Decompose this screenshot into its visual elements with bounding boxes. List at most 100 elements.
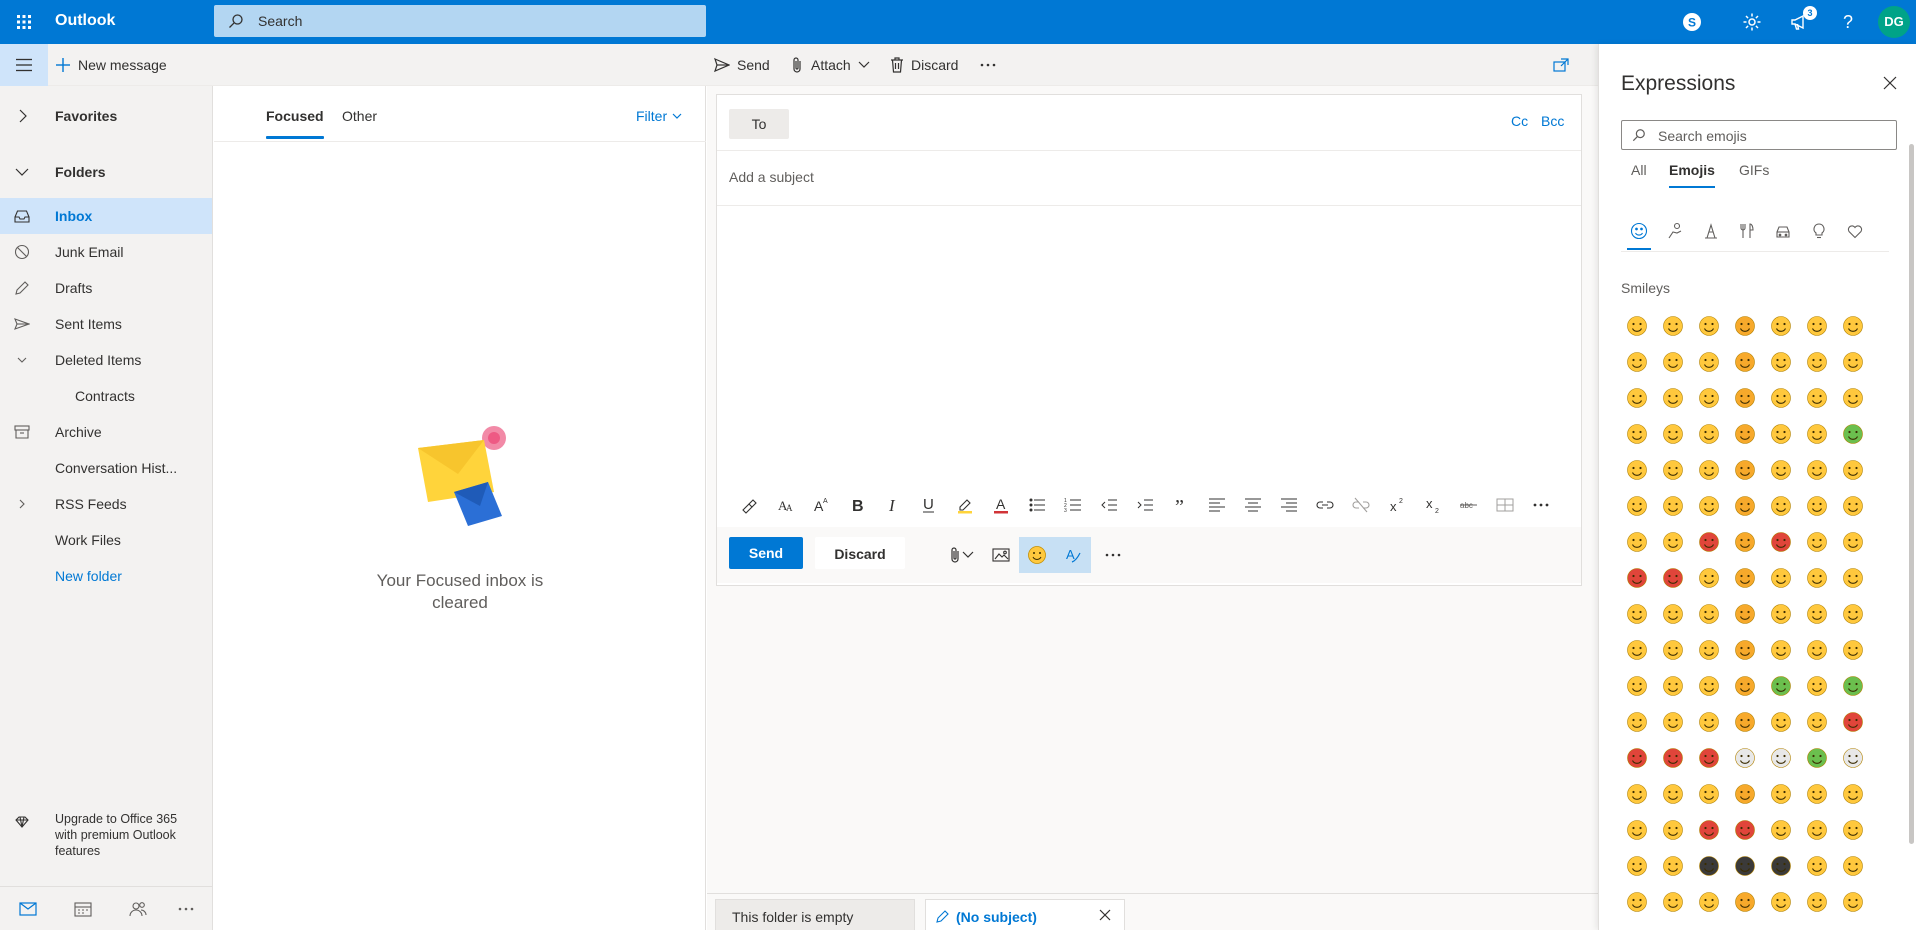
nav-item-drafts[interactable]: Drafts: [0, 270, 212, 306]
emoji-item[interactable]: [1835, 668, 1871, 704]
emoji-item[interactable]: [1799, 344, 1835, 380]
emoji-item[interactable]: [1763, 380, 1799, 416]
emoji-item[interactable]: [1763, 668, 1799, 704]
emoji-item[interactable]: [1799, 776, 1835, 812]
emoji-item[interactable]: [1835, 884, 1871, 920]
emoji-item[interactable]: [1619, 524, 1655, 560]
emoji-item[interactable]: [1763, 524, 1799, 560]
emoji-item[interactable]: [1727, 884, 1763, 920]
emoji-item[interactable]: [1655, 560, 1691, 596]
app-brand[interactable]: Outlook: [55, 12, 115, 30]
emoji-item[interactable]: [1691, 416, 1727, 452]
emoji-item[interactable]: [1691, 308, 1727, 344]
smiley-category-icon[interactable]: [1621, 212, 1657, 250]
emoji-item[interactable]: [1727, 596, 1763, 632]
emoji-item[interactable]: [1763, 848, 1799, 884]
decrease-indent-icon[interactable]: [1091, 483, 1127, 527]
quote-icon[interactable]: ”: [1163, 483, 1199, 527]
font-icon[interactable]: AA: [767, 483, 803, 527]
people-category-icon[interactable]: [1657, 212, 1693, 250]
emoji-item[interactable]: [1691, 776, 1727, 812]
emoji-item[interactable]: [1619, 740, 1655, 776]
emoji-item[interactable]: [1763, 704, 1799, 740]
insert-picture-icon[interactable]: [983, 537, 1019, 573]
emoji-item[interactable]: [1619, 488, 1655, 524]
strikethrough-icon[interactable]: abc: [1451, 483, 1487, 527]
chevron-down-icon[interactable]: [957, 537, 979, 573]
emoji-item[interactable]: [1727, 668, 1763, 704]
emoji-item[interactable]: [1763, 740, 1799, 776]
emoji-item[interactable]: [1619, 452, 1655, 488]
emoji-item[interactable]: [1619, 416, 1655, 452]
emoji-item[interactable]: [1727, 812, 1763, 848]
emoji-item[interactable]: [1655, 812, 1691, 848]
emoji-item[interactable]: [1655, 308, 1691, 344]
symbols-category-icon[interactable]: [1837, 212, 1873, 250]
emoji-item[interactable]: [1763, 344, 1799, 380]
favorites-header[interactable]: Favorites: [0, 98, 212, 134]
tab-emojis[interactable]: Emojis: [1669, 162, 1715, 188]
font-size-icon[interactable]: AA: [803, 483, 839, 527]
emoji-item[interactable]: [1727, 344, 1763, 380]
emoji-item[interactable]: [1619, 776, 1655, 812]
emoji-item[interactable]: [1655, 380, 1691, 416]
subject-field[interactable]: Add a subject: [717, 151, 1581, 206]
emoji-item[interactable]: [1835, 380, 1871, 416]
emoji-item[interactable]: [1799, 740, 1835, 776]
emoji-item[interactable]: [1655, 524, 1691, 560]
emoji-item[interactable]: [1799, 488, 1835, 524]
emoji-item[interactable]: [1619, 380, 1655, 416]
emoji-item[interactable]: [1727, 776, 1763, 812]
nav-item-junk-email[interactable]: Junk Email: [0, 234, 212, 270]
emoji-item[interactable]: [1691, 740, 1727, 776]
emoji-item[interactable]: [1799, 416, 1835, 452]
send-button[interactable]: Send: [729, 537, 803, 569]
nav-item-sent-items[interactable]: Sent Items: [0, 306, 212, 342]
objects-category-icon[interactable]: [1801, 212, 1837, 250]
cc-button[interactable]: Cc: [1511, 113, 1528, 129]
emoji-item[interactable]: [1799, 560, 1835, 596]
emoji-item[interactable]: [1655, 704, 1691, 740]
emoji-item[interactable]: [1799, 596, 1835, 632]
app-launcher-icon[interactable]: [0, 0, 48, 44]
subscript-icon[interactable]: x2: [1415, 483, 1451, 527]
tab-other[interactable]: Other: [342, 108, 377, 124]
attach-command-button[interactable]: Attach: [790, 44, 870, 86]
nav-item-inbox[interactable]: Inbox: [0, 198, 212, 234]
emoji-item[interactable]: [1691, 452, 1727, 488]
travel-category-icon[interactable]: [1765, 212, 1801, 250]
whats-new-megaphone-icon[interactable]: 3: [1780, 0, 1820, 44]
emoji-item[interactable]: [1835, 848, 1871, 884]
folder-empty-tab[interactable]: This folder is empty: [715, 899, 915, 930]
editor-icon[interactable]: A: [1055, 537, 1091, 573]
send-command-button[interactable]: Send: [714, 44, 770, 86]
underline-icon[interactable]: U: [911, 483, 947, 527]
emoji-item[interactable]: [1763, 884, 1799, 920]
emoji-item[interactable]: [1691, 884, 1727, 920]
tab-gifs[interactable]: GIFs: [1739, 162, 1769, 178]
filter-button[interactable]: Filter: [636, 108, 682, 124]
emoji-item[interactable]: [1655, 848, 1691, 884]
emoji-item[interactable]: [1727, 704, 1763, 740]
insert-link-icon[interactable]: [1307, 483, 1343, 527]
emoji-item[interactable]: [1691, 380, 1727, 416]
align-left-icon[interactable]: [1199, 483, 1235, 527]
discard-button[interactable]: Discard: [815, 537, 905, 569]
emoji-item[interactable]: [1619, 848, 1655, 884]
emoji-item[interactable]: [1655, 740, 1691, 776]
emoji-item[interactable]: [1619, 560, 1655, 596]
activity-category-icon[interactable]: [1693, 212, 1729, 250]
skype-icon[interactable]: S: [1672, 0, 1712, 44]
insert-table-icon[interactable]: [1487, 483, 1523, 527]
emoji-item[interactable]: [1619, 884, 1655, 920]
search-box[interactable]: Search: [214, 5, 706, 37]
to-button[interactable]: To: [729, 109, 789, 139]
emoji-item[interactable]: [1799, 812, 1835, 848]
emoji-item[interactable]: [1655, 488, 1691, 524]
message-body-editor[interactable]: [717, 206, 1581, 482]
expressions-scrollbar[interactable]: [1909, 144, 1914, 844]
emoji-item[interactable]: [1763, 452, 1799, 488]
emoji-item[interactable]: [1835, 632, 1871, 668]
emoji-item[interactable]: [1799, 632, 1835, 668]
settings-gear-icon[interactable]: [1732, 0, 1772, 44]
